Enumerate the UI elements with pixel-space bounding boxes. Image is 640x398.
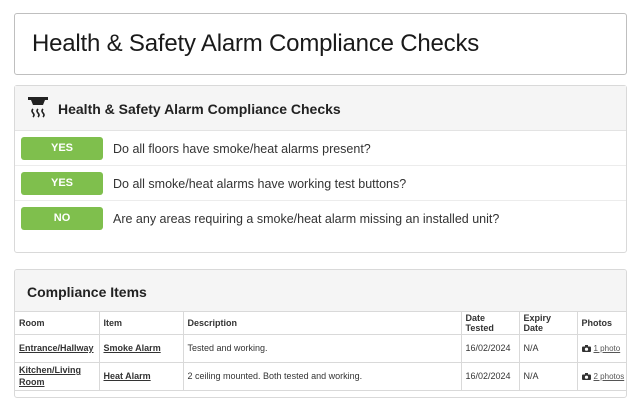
page-title: Health & Safety Alarm Compliance Checks	[32, 30, 480, 57]
checks-panel-header: Health & Safety Alarm Compliance Checks	[15, 86, 626, 131]
expiry-date-cell: N/A	[519, 362, 578, 391]
date-tested-cell: 16/02/2024	[461, 334, 520, 363]
date-tested-cell: 16/02/2024	[461, 362, 520, 391]
column-header-item: Item	[99, 312, 184, 335]
photos-cell[interactable]: 2 photos	[577, 362, 626, 391]
compliance-items-panel: Compliance Items Room Item Description D…	[14, 269, 627, 398]
column-header-photos: Photos	[577, 312, 626, 335]
description-cell: 2 ceiling mounted. Both tested and worki…	[183, 362, 462, 391]
column-header-expiry-date: Expiry Date	[519, 312, 578, 335]
room-link[interactable]: Entrance/Hallway	[15, 334, 100, 363]
checks-panel-title: Health & Safety Alarm Compliance Checks	[58, 101, 341, 117]
check-question: Do all floors have smoke/heat alarms pre…	[113, 142, 371, 156]
table-header-row: Room Item Description Date Tested Expiry…	[15, 312, 626, 335]
check-row: YES Do all floors have smoke/heat alarms…	[15, 131, 626, 166]
item-link[interactable]: Smoke Alarm	[99, 334, 184, 363]
check-question: Are any areas requiring a smoke/heat ala…	[113, 212, 500, 226]
table-row: Kitchen/Living Room Heat Alarm 2 ceiling…	[15, 362, 626, 391]
expiry-date-cell: N/A	[519, 334, 578, 363]
answer-badge: NO	[21, 207, 103, 230]
camera-icon	[581, 372, 591, 380]
item-link[interactable]: Heat Alarm	[99, 362, 184, 391]
photos-link[interactable]: 1 photo	[594, 344, 621, 353]
answer-badge: YES	[21, 137, 103, 160]
check-row: NO Are any areas requiring a smoke/heat …	[15, 201, 626, 236]
check-row: YES Do all smoke/heat alarms have workin…	[15, 166, 626, 201]
column-header-room: Room	[15, 312, 100, 335]
compliance-items-header: Compliance Items	[15, 270, 626, 312]
description-cell: Tested and working.	[183, 334, 462, 363]
column-header-date-tested: Date Tested	[461, 312, 520, 335]
photos-link[interactable]: 2 photos	[594, 372, 625, 381]
compliance-items-title: Compliance Items	[27, 284, 147, 300]
photos-cell[interactable]: 1 photo	[577, 334, 626, 363]
room-link[interactable]: Kitchen/Living Room	[15, 362, 100, 391]
check-question: Do all smoke/heat alarms have working te…	[113, 177, 407, 191]
table-row: Entrance/Hallway Smoke Alarm Tested and …	[15, 334, 626, 363]
compliance-table: Room Item Description Date Tested Expiry…	[15, 312, 626, 391]
page-title-card: Health & Safety Alarm Compliance Checks	[14, 13, 627, 75]
camera-icon	[581, 344, 591, 352]
answer-badge: YES	[21, 172, 103, 195]
smoke-alarm-icon	[28, 97, 48, 118]
checks-panel: Health & Safety Alarm Compliance Checks …	[14, 85, 627, 253]
column-header-description: Description	[183, 312, 462, 335]
